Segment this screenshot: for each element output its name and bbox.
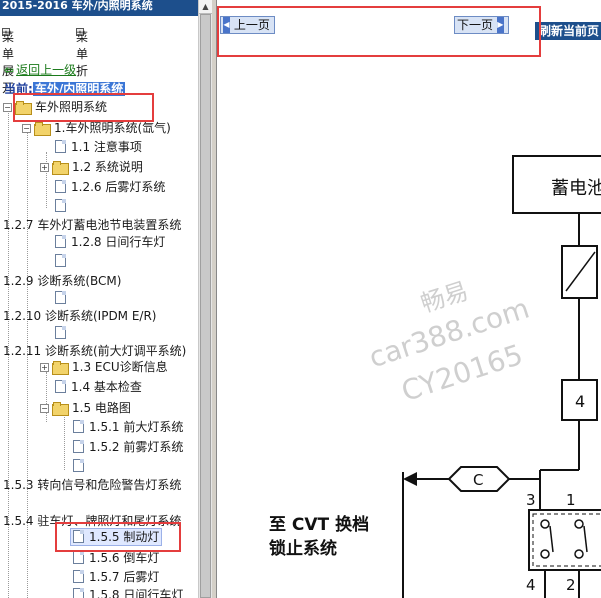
page-icon xyxy=(55,140,66,153)
folder-icon xyxy=(52,402,69,416)
tree-node-daytime-running-lamp[interactable]: 1.5.8 日间行车灯 xyxy=(73,587,183,598)
stop-lamp-switch xyxy=(528,509,601,571)
wiring-diagram: 畅易 car388.com CY20165 蓄电池 4 C 3 1 4 2 至 … xyxy=(269,155,601,598)
page-icon xyxy=(55,291,66,304)
tree-node-system-description[interactable]: +1.2 系统说明 xyxy=(40,159,143,175)
pin-2-label: 2 xyxy=(566,576,576,594)
collapse-toggle-icon[interactable]: − xyxy=(22,124,31,133)
battery-label: 蓄电池 xyxy=(551,178,601,199)
tree-node-diagnosis-leveling[interactable]: 1.2.11 诊断系统(前大灯调平系统) xyxy=(3,343,186,359)
cvt-label-line-1: 至 CVT 换档 xyxy=(269,514,369,535)
tree-node-turn-signal-hazard[interactable]: 1.5.3 转向信号和危险警告灯系统 xyxy=(3,477,181,493)
page-icon xyxy=(55,235,66,248)
tree-node-blank[interactable] xyxy=(55,325,71,341)
page-icon xyxy=(55,326,66,339)
tree-node-front-fog-system[interactable]: 1.5.2 前雾灯系统 xyxy=(73,439,183,455)
content-pane: ◀ 上一页 下一页 ▶ 刷新当前页 畅易 car388.com CY20165 … xyxy=(217,0,601,598)
arrow-left-icon xyxy=(403,472,417,486)
refresh-page-button[interactable]: 刷新当前页 xyxy=(535,22,601,40)
tree-node-blank[interactable] xyxy=(55,290,71,306)
tree-node-basic-inspection[interactable]: 1.4 基本检查 xyxy=(55,379,142,395)
page-icon xyxy=(73,551,84,564)
fuse-label: 4 xyxy=(575,392,585,411)
tree-node-blank[interactable] xyxy=(73,458,89,474)
collapse-toggle-icon[interactable]: − xyxy=(40,404,49,413)
tree-node-headlamp-system[interactable]: 1.5.1 前大灯系统 xyxy=(73,419,183,435)
page-icon xyxy=(55,380,66,393)
tree-node-battery-saver[interactable]: 1.2.7 车外灯蓄电池节电装置系统 xyxy=(3,217,181,233)
tree-node-wiring-diagram[interactable]: −1.5 电路图 xyxy=(40,400,131,416)
scroll-thumb[interactable] xyxy=(200,14,211,598)
page-icon xyxy=(55,180,66,193)
folder-icon xyxy=(34,122,51,136)
tree-node-xenon-system[interactable]: −1.车外照明系统(氙气) xyxy=(22,120,171,136)
back-arrow-icon: ⇦ xyxy=(4,63,15,77)
manual-title-bar: 2015-2016 车外/内照明系统 xyxy=(0,0,198,16)
tree-node-ecu-diagnosis[interactable]: +1.3 ECU诊断信息 xyxy=(40,359,168,375)
tree-node-precautions[interactable]: 1.1 注意事项 xyxy=(55,139,142,155)
folder-icon xyxy=(52,161,69,175)
cvt-label-line-2: 锁止系统 xyxy=(269,538,337,559)
pin-1-label: 1 xyxy=(566,491,576,509)
highlight-box-exterior-lighting xyxy=(13,93,154,122)
back-link[interactable]: ⇦ 返回上一级 xyxy=(4,61,76,78)
connector-c-label: C xyxy=(473,471,483,489)
highlight-box-stop-lamp xyxy=(55,522,181,552)
tree-node-rear-fog-lamp[interactable]: 1.5.7 后雾灯 xyxy=(73,569,159,585)
tree-node-blank[interactable] xyxy=(55,253,71,269)
pin-4-label: 4 xyxy=(526,576,536,594)
page-icon xyxy=(73,570,84,583)
tree-node-blank[interactable] xyxy=(55,198,71,214)
expand-toggle-icon[interactable]: + xyxy=(40,363,49,372)
tree-scrollbar[interactable]: ▲ xyxy=(198,0,212,598)
page-icon xyxy=(55,199,66,212)
navigation-pane: 2015-2016 车外/内照明系统 菜单展开 菜单折叠 ⇦返回上一级 当前:车… xyxy=(0,0,198,598)
tree-node-rear-fog-system[interactable]: 1.2.6 后雾灯系统 xyxy=(55,179,165,195)
tree-node-diagnosis-ipdm[interactable]: 1.2.10 诊断系统(IPDM E/R) xyxy=(3,308,157,324)
menu-toolbar: 菜单展开 菜单折叠 xyxy=(2,28,89,95)
tree-node-daytime-running-lights[interactable]: 1.2.8 日间行车灯 xyxy=(55,234,165,250)
page-icon xyxy=(55,254,66,267)
tree-node-diagnosis-bcm[interactable]: 1.2.9 诊断系统(BCM) xyxy=(3,273,121,289)
page-icon xyxy=(73,440,84,453)
page-icon xyxy=(73,420,84,433)
folder-icon xyxy=(52,361,69,375)
tree-node-back-up-lamp[interactable]: 1.5.6 倒车灯 xyxy=(73,550,159,566)
scroll-up-arrow-icon[interactable]: ▲ xyxy=(199,0,212,14)
pin-3-label: 3 xyxy=(526,491,536,509)
expand-toggle-icon[interactable]: + xyxy=(40,163,49,172)
page-icon xyxy=(73,588,84,598)
page-icon xyxy=(73,459,84,472)
collapse-toggle-icon[interactable]: − xyxy=(3,103,12,112)
